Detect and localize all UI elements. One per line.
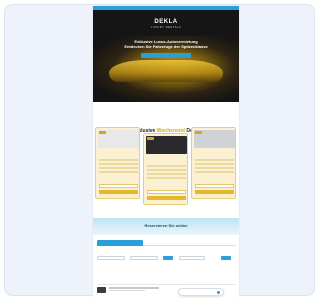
details-button[interactable] xyxy=(195,184,234,188)
logo-wordmark: DEKLA xyxy=(154,19,178,25)
deal-tag xyxy=(195,131,202,134)
search-button[interactable] xyxy=(221,256,231,260)
spec-line xyxy=(195,167,234,169)
spec-line xyxy=(99,167,138,169)
spec-line xyxy=(99,171,138,173)
webpage-screenshot: DEKLA LUXURY RENTALS Exklusive Luxus-Aut… xyxy=(93,6,239,300)
spec-line xyxy=(195,159,234,161)
book-button[interactable] xyxy=(99,190,138,194)
logo[interactable]: DEKLA LUXURY RENTALS xyxy=(93,10,239,29)
deal-tag xyxy=(147,137,154,140)
hero-section: DEKLA LUXURY RENTALS Exklusive Luxus-Aut… xyxy=(93,10,239,102)
book-button[interactable] xyxy=(195,190,234,194)
car-thumbnail xyxy=(97,287,106,293)
list-item-meta xyxy=(109,290,145,292)
spec-line xyxy=(99,163,138,165)
chat-widget[interactable] xyxy=(178,288,224,296)
location-input[interactable] xyxy=(179,256,205,260)
deal-card-1[interactable] xyxy=(95,127,140,199)
spec-line xyxy=(195,171,234,173)
deal-tag xyxy=(99,131,106,134)
return-date-input[interactable] xyxy=(130,256,158,260)
spec-line xyxy=(99,159,138,161)
booking-header: Reservieren Sie online xyxy=(93,218,239,235)
hero-title: Exklusive Luxus-Autovermietung Entdecken… xyxy=(93,39,239,49)
spec-line xyxy=(147,169,186,171)
spec-line xyxy=(195,163,234,165)
details-button[interactable] xyxy=(99,184,138,188)
pickup-date-input[interactable] xyxy=(97,256,125,260)
booking-tabs xyxy=(97,240,235,246)
hero-title-line-2: Entdecken Sie Fahrzeuge der Spitzenklass… xyxy=(124,44,208,49)
car-image xyxy=(109,60,223,82)
book-button[interactable] xyxy=(147,196,186,200)
booking-title: Reservieren Sie online xyxy=(144,223,188,228)
tab-active[interactable] xyxy=(97,240,143,246)
hero-cta-button[interactable] xyxy=(141,53,191,58)
deal-card-3[interactable] xyxy=(191,127,236,199)
chat-bubble-icon xyxy=(217,291,220,294)
filter-button[interactable] xyxy=(163,256,173,260)
list-item-title xyxy=(109,287,159,289)
filter-bar xyxy=(97,254,235,264)
deals-section: Exklusive Wochenend Deals xyxy=(93,102,239,208)
details-button[interactable] xyxy=(147,190,186,194)
spec-line xyxy=(147,177,186,179)
spec-line xyxy=(147,173,186,175)
spec-line xyxy=(147,165,186,167)
deal-card-2[interactable] xyxy=(143,133,188,205)
deal-cards xyxy=(95,127,237,205)
logo-tagline: LUXURY RENTALS xyxy=(150,26,182,29)
